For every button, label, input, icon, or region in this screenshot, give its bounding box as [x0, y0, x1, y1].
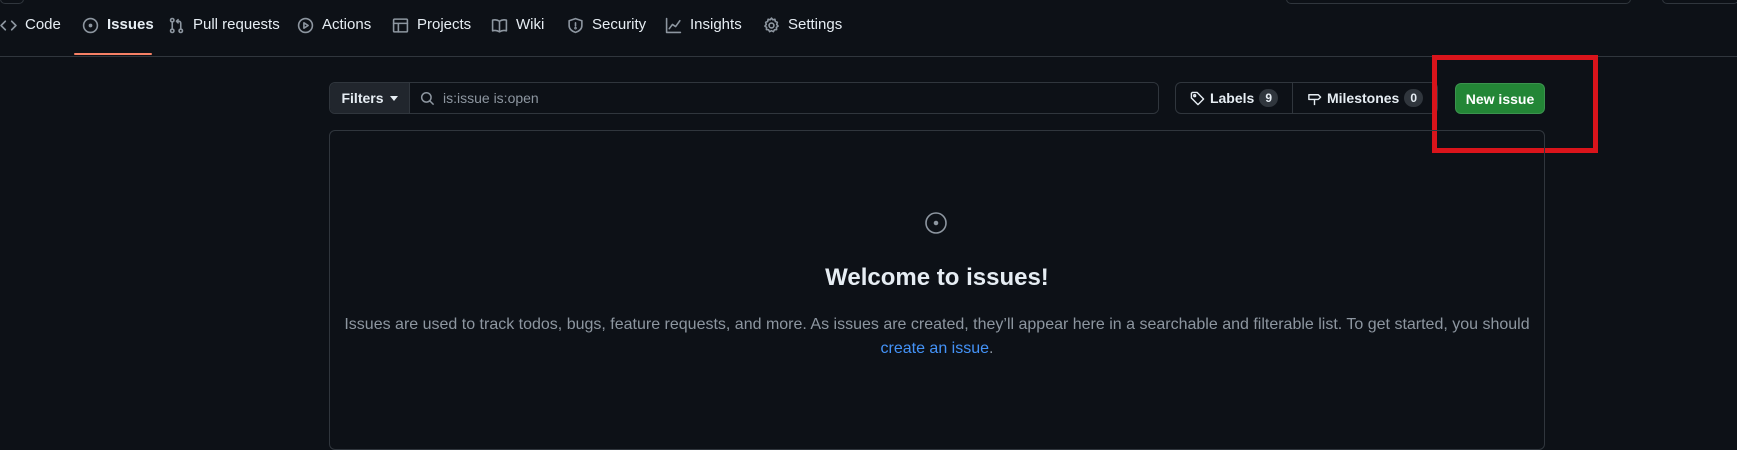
- labels-milestones-group: Labels 9 Milestones 0: [1175, 82, 1438, 114]
- caret-down-icon: [389, 95, 398, 101]
- tab-actions-label: Actions: [322, 16, 372, 33]
- milestones-button[interactable]: Milestones 0: [1293, 83, 1437, 113]
- blankslate-title: Welcome to issues!: [825, 264, 1049, 291]
- search-icon: [420, 91, 435, 105]
- filters-button[interactable]: Filters: [330, 83, 410, 113]
- active-tab-indicator: [74, 53, 152, 55]
- gear-icon: [764, 17, 779, 33]
- git-pull-request-icon: [169, 17, 184, 34]
- labels-button[interactable]: Labels 9: [1176, 83, 1293, 113]
- issues-search: [410, 83, 1158, 113]
- tab-code[interactable]: Code: [0, 16, 61, 52]
- tab-wiki[interactable]: Wiki: [491, 16, 544, 52]
- milestones-button-label: Milestones: [1326, 90, 1400, 106]
- play-icon: [297, 17, 314, 34]
- tag-icon: [1190, 91, 1205, 105]
- issue-opened-icon: [924, 211, 948, 235]
- tab-code-label: Code: [25, 16, 61, 33]
- filters-button-label: Filters: [341, 90, 384, 106]
- create-issue-link[interactable]: create an issue: [881, 340, 990, 357]
- tab-actions[interactable]: Actions: [297, 16, 371, 52]
- tab-projects[interactable]: Projects: [392, 16, 471, 52]
- tab-projects-label: Projects: [417, 16, 472, 33]
- tab-security-label: Security: [592, 16, 647, 33]
- tab-wiki-label: Wiki: [516, 16, 545, 33]
- issues-search-input[interactable]: [443, 90, 1043, 106]
- tab-issues-label: Issues: [107, 16, 154, 33]
- tab-issues[interactable]: Issues: [82, 16, 154, 52]
- top-left-fragment: [0, 0, 24, 4]
- tab-insights[interactable]: Insights: [665, 16, 742, 52]
- shield-icon: [568, 17, 583, 34]
- tab-insights-label: Insights: [690, 16, 742, 33]
- labels-button-label: Labels: [1209, 90, 1255, 106]
- repo-nav-bar: Code Issues Pull requests Actions Projec…: [0, 0, 1737, 57]
- milestones-count-badge: 0: [1404, 89, 1424, 107]
- tab-settings[interactable]: Settings: [763, 16, 842, 52]
- blankslate-description: Issues are used to track todos, bugs, fe…: [329, 313, 1545, 361]
- blankslate-description-text: Issues are used to track todos, bugs, fe…: [344, 316, 1530, 333]
- issue-opened-icon: [82, 17, 99, 34]
- table-icon: [392, 18, 409, 33]
- global-search-box[interactable]: [1286, 0, 1631, 4]
- tab-settings-label: Settings: [788, 16, 843, 33]
- tab-security[interactable]: Security: [567, 16, 646, 52]
- tab-pull-requests[interactable]: Pull requests: [168, 16, 280, 52]
- top-right-button[interactable]: [1662, 0, 1737, 4]
- tab-pull-requests-label: Pull requests: [193, 16, 280, 33]
- issues-filter-bar: Filters: [329, 82, 1159, 114]
- book-icon: [491, 19, 508, 33]
- graph-icon: [665, 17, 682, 34]
- labels-count-badge: 9: [1259, 89, 1279, 107]
- milestone-icon: [1308, 93, 1322, 105]
- blankslate-description-end: .: [989, 340, 994, 357]
- code-icon: [0, 20, 17, 31]
